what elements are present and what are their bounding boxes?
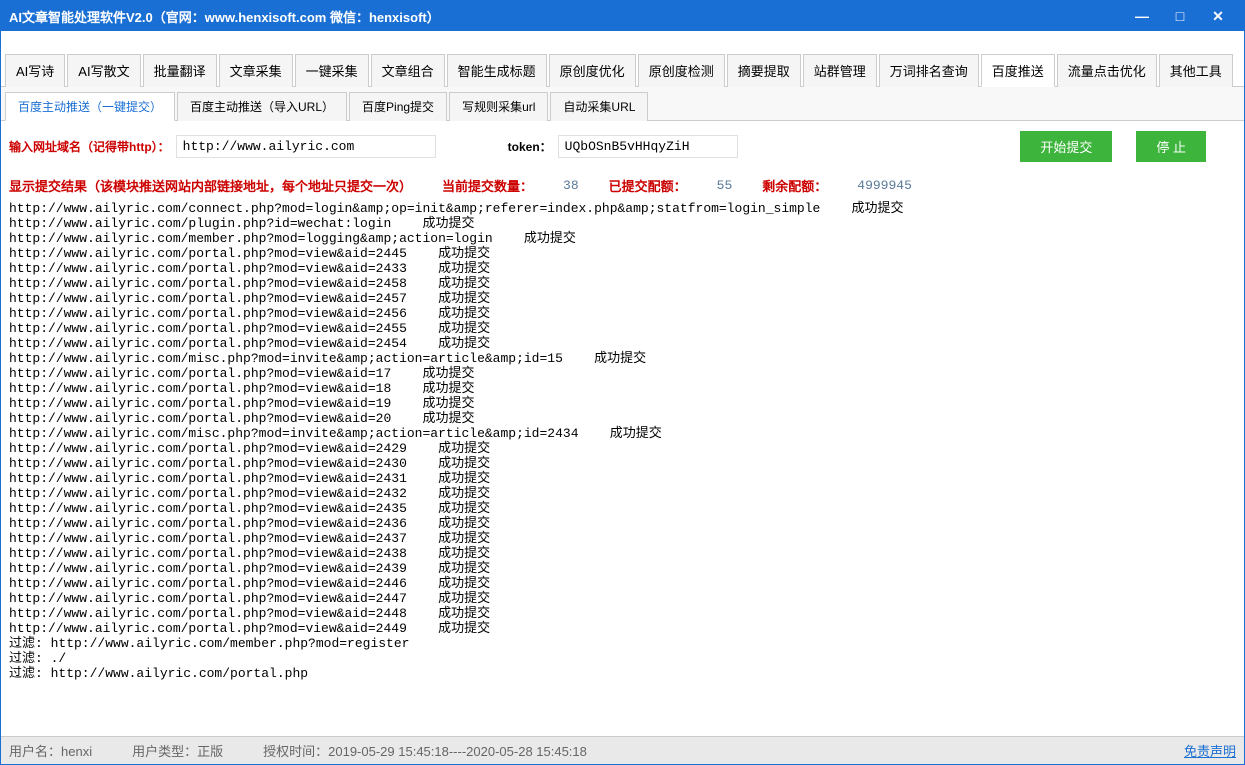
main-tab-5[interactable]: 文章组合 [371, 54, 445, 87]
log-line: http://www.ailyric.com/misc.php?mod=invi… [9, 351, 1236, 366]
main-tab-12[interactable]: 百度推送 [981, 54, 1055, 87]
log-line: http://www.ailyric.com/portal.php?mod=vi… [9, 381, 1236, 396]
domain-input[interactable] [176, 135, 436, 158]
log-line: http://www.ailyric.com/portal.php?mod=vi… [9, 396, 1236, 411]
main-tab-0[interactable]: AI写诗 [5, 54, 65, 87]
log-line: 过滤: http://www.ailyric.com/portal.php [9, 666, 1236, 681]
main-tab-8[interactable]: 原创度检测 [638, 54, 725, 87]
sub-tab-3[interactable]: 写规则采集url [449, 92, 548, 121]
main-tab-2[interactable]: 批量翻译 [143, 54, 217, 87]
log-line: http://www.ailyric.com/portal.php?mod=vi… [9, 501, 1236, 516]
sub-tab-4[interactable]: 自动采集URL [550, 92, 648, 121]
remain-quota-value: 4999945 [857, 178, 912, 193]
main-tab-11[interactable]: 万词排名查询 [879, 54, 979, 87]
window-title: AI文章智能处理软件V2.0（官网：www.henxisoft.com 微信：h… [9, 7, 1122, 26]
token-label: token： [508, 138, 552, 155]
log-line: http://www.ailyric.com/portal.php?mod=vi… [9, 486, 1236, 501]
log-line: http://www.ailyric.com/portal.php?mod=vi… [9, 411, 1236, 426]
log-line: http://www.ailyric.com/portal.php?mod=vi… [9, 321, 1236, 336]
log-line: http://www.ailyric.com/portal.php?mod=vi… [9, 291, 1236, 306]
sub-tab-bar: 百度主动推送（一键提交）百度主动推送（导入URL）百度Ping提交写规则采集ur… [1, 87, 1244, 121]
log-line: http://www.ailyric.com/portal.php?mod=vi… [9, 606, 1236, 621]
submitted-quota-value: 55 [717, 178, 733, 193]
log-line: http://www.ailyric.com/portal.php?mod=vi… [9, 261, 1236, 276]
log-line: 过滤: http://www.ailyric.com/member.php?mo… [9, 636, 1236, 651]
log-line: http://www.ailyric.com/portal.php?mod=vi… [9, 246, 1236, 261]
main-tab-7[interactable]: 原创度优化 [549, 54, 636, 87]
domain-label: 输入网址域名（记得带http）： [9, 138, 170, 155]
main-tab-6[interactable]: 智能生成标题 [447, 54, 547, 87]
status-auth-time: 授权时间：2019-05-29 15:45:18----2020-05-28 1… [263, 741, 587, 760]
log-output[interactable]: http://www.ailyric.com/connect.php?mod=l… [1, 199, 1244, 736]
current-count-label: 当前提交数量： [442, 176, 533, 195]
main-tab-1[interactable]: AI写散文 [67, 54, 140, 87]
window-titlebar: AI文章智能处理软件V2.0（官网：www.henxisoft.com 微信：h… [1, 1, 1244, 31]
log-line: http://www.ailyric.com/portal.php?mod=vi… [9, 531, 1236, 546]
log-line: http://www.ailyric.com/portal.php?mod=vi… [9, 441, 1236, 456]
log-line: 过滤: ./ [9, 651, 1236, 666]
status-user: 用户名：henxi [9, 741, 92, 760]
status-user-type: 用户类型：正版 [132, 741, 223, 760]
input-row: 输入网址域名（记得带http）： token： 开始提交 停 止 [1, 121, 1244, 172]
log-line: http://www.ailyric.com/misc.php?mod=invi… [9, 426, 1236, 441]
main-tab-4[interactable]: 一键采集 [295, 54, 369, 87]
main-tab-9[interactable]: 摘要提取 [727, 54, 801, 87]
status-bar: 用户名：henxi 用户类型：正版 授权时间：2019-05-29 15:45:… [1, 736, 1244, 764]
spacer [1, 31, 1244, 53]
main-tab-bar: AI写诗AI写散文批量翻译文章采集一键采集文章组合智能生成标题原创度优化原创度检… [1, 53, 1244, 87]
log-line: http://www.ailyric.com/portal.php?mod=vi… [9, 276, 1236, 291]
minimize-icon[interactable]: — [1124, 5, 1160, 27]
log-line: http://www.ailyric.com/portal.php?mod=vi… [9, 621, 1236, 636]
log-line: http://www.ailyric.com/portal.php?mod=vi… [9, 591, 1236, 606]
stop-button[interactable]: 停 止 [1136, 131, 1206, 162]
result-header: 显示提交结果（该模块推送网站内部链接地址，每个地址只提交一次） 当前提交数量： … [1, 172, 1244, 199]
log-line: http://www.ailyric.com/portal.php?mod=vi… [9, 336, 1236, 351]
log-line: http://www.ailyric.com/portal.php?mod=vi… [9, 366, 1236, 381]
log-line: http://www.ailyric.com/portal.php?mod=vi… [9, 516, 1236, 531]
main-tab-14[interactable]: 其他工具 [1159, 54, 1233, 87]
main-tab-10[interactable]: 站群管理 [803, 54, 877, 87]
result-label: 显示提交结果（该模块推送网站内部链接地址，每个地址只提交一次） [9, 176, 412, 195]
token-input[interactable] [558, 135, 738, 158]
main-tab-3[interactable]: 文章采集 [219, 54, 293, 87]
submitted-quota-label: 已提交配额： [609, 176, 687, 195]
start-submit-button[interactable]: 开始提交 [1020, 131, 1112, 162]
close-icon[interactable]: ✕ [1200, 5, 1236, 27]
log-line: http://www.ailyric.com/portal.php?mod=vi… [9, 576, 1236, 591]
log-line: http://www.ailyric.com/portal.php?mod=vi… [9, 546, 1236, 561]
maximize-icon[interactable]: □ [1162, 5, 1198, 27]
log-line: http://www.ailyric.com/portal.php?mod=vi… [9, 561, 1236, 576]
log-line: http://www.ailyric.com/portal.php?mod=vi… [9, 306, 1236, 321]
current-count-value: 38 [563, 178, 579, 193]
sub-tab-0[interactable]: 百度主动推送（一键提交） [5, 92, 175, 121]
log-line: http://www.ailyric.com/member.php?mod=lo… [9, 231, 1236, 246]
log-line: http://www.ailyric.com/connect.php?mod=l… [9, 201, 1236, 216]
disclaimer-link[interactable]: 免责声明 [1184, 741, 1236, 760]
remain-quota-label: 剩余配额： [762, 176, 827, 195]
sub-tab-2[interactable]: 百度Ping提交 [349, 92, 447, 121]
log-line: http://www.ailyric.com/portal.php?mod=vi… [9, 456, 1236, 471]
log-line: http://www.ailyric.com/plugin.php?id=wec… [9, 216, 1236, 231]
main-tab-13[interactable]: 流量点击优化 [1057, 54, 1157, 87]
log-line: http://www.ailyric.com/portal.php?mod=vi… [9, 471, 1236, 486]
sub-tab-1[interactable]: 百度主动推送（导入URL） [177, 92, 347, 121]
